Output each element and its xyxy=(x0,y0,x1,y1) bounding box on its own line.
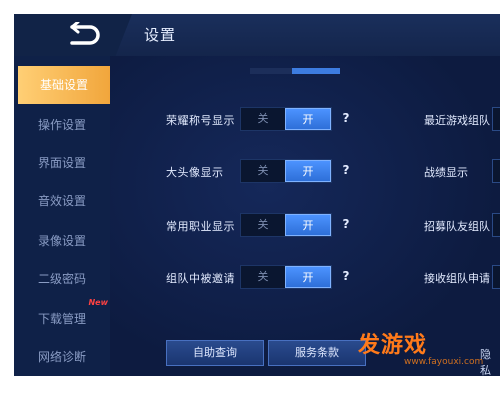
sidebar-item-label: 下载管理 xyxy=(37,312,86,326)
top-bar: 设置 xyxy=(14,14,500,57)
toggle-common-role[interactable]: 关 开 xyxy=(240,213,332,237)
toggle-team-invite[interactable]: 关 开 xyxy=(240,265,332,289)
site-watermark: 发游戏 www.fayouxi.com xyxy=(352,327,500,375)
sidebar-item-control-settings[interactable]: 操作设置 xyxy=(14,106,110,144)
toggle-off-option[interactable]: 关 xyxy=(241,214,285,236)
toggle-receive-request-partial[interactable] xyxy=(492,265,500,289)
toggle-off-option[interactable]: 关 xyxy=(241,108,285,130)
sidebar-item-label: 录像设置 xyxy=(37,234,86,248)
help-icon[interactable]: ? xyxy=(340,217,352,231)
sidebar-item-label: 操作设置 xyxy=(37,118,86,132)
toggle-off-option[interactable]: 关 xyxy=(241,266,285,288)
toggle-off-option[interactable]: 关 xyxy=(241,160,285,182)
settings-sidebar: 基础设置 操作设置 界面设置 音效设置 录像设置 二级密码 下载管理 New 网… xyxy=(14,56,110,376)
sidebar-item-basic-settings[interactable]: 基础设置 xyxy=(18,66,110,104)
sidebar-item-secondary-password[interactable]: 二级密码 xyxy=(14,260,110,298)
sidebar-item-network-diagnosis[interactable]: 网络诊断 xyxy=(14,338,110,376)
watermark-url: www.fayouxi.com xyxy=(404,357,484,367)
toggle-recent-team-partial[interactable] xyxy=(492,107,500,131)
back-button-area[interactable] xyxy=(14,14,132,56)
page-title: 设置 xyxy=(144,26,177,44)
sidebar-item-sound-settings[interactable]: 音效设置 xyxy=(14,182,110,220)
sidebar-item-label: 基础设置 xyxy=(39,78,88,92)
setting-label-recruit-team: 招募队友组队 xyxy=(424,220,490,233)
sidebar-item-label: 音效设置 xyxy=(37,194,86,208)
help-icon[interactable]: ? xyxy=(340,269,352,283)
sidebar-item-replay-settings[interactable]: 录像设置 xyxy=(14,222,110,260)
help-icon[interactable]: ? xyxy=(340,111,352,125)
setting-label-large-avatar: 大头像显示 xyxy=(166,166,224,179)
new-badge: New xyxy=(88,298,108,307)
toggle-on-option[interactable]: 开 xyxy=(285,214,331,236)
setting-label-honor-title: 荣耀称号显示 xyxy=(166,114,235,127)
setting-label-stats-display: 战绩显示 xyxy=(424,166,468,179)
toggle-stats-display-partial[interactable] xyxy=(492,159,500,183)
sidebar-item-interface-settings[interactable]: 界面设置 xyxy=(14,144,110,182)
toggle-on-option[interactable]: 开 xyxy=(285,266,331,288)
setting-label-receive-team-request: 接收组队申请 xyxy=(424,272,490,285)
toggle-large-avatar[interactable]: 关 开 xyxy=(240,159,332,183)
sidebar-item-label: 界面设置 xyxy=(37,156,86,170)
sidebar-item-download-manager[interactable]: 下载管理 New xyxy=(14,298,110,338)
watermark-logo-text: 发游戏 xyxy=(358,333,428,358)
setting-label-team-invite: 组队中被邀请 xyxy=(166,272,235,285)
toggle-recruit-team-partial[interactable] xyxy=(492,213,500,237)
toggle-on-option[interactable]: 开 xyxy=(285,160,331,182)
scroll-indicator[interactable] xyxy=(250,68,340,74)
sidebar-item-label: 网络诊断 xyxy=(37,350,86,364)
toggle-honor-title[interactable]: 关 开 xyxy=(240,107,332,131)
sidebar-item-label: 二级密码 xyxy=(37,272,86,286)
game-settings-screen: 设置 基础设置 操作设置 界面设置 音效设置 录像设置 二级密码 下载管理 Ne… xyxy=(14,14,500,376)
setting-label-recent-team: 最近游戏组队 xyxy=(424,114,490,127)
toggle-on-option[interactable]: 开 xyxy=(285,108,331,130)
back-arrow-icon[interactable] xyxy=(64,22,104,48)
setting-label-common-role: 常用职业显示 xyxy=(166,220,235,233)
help-icon[interactable]: ? xyxy=(340,163,352,177)
self-service-query-button[interactable]: 自助查询 xyxy=(166,340,264,366)
